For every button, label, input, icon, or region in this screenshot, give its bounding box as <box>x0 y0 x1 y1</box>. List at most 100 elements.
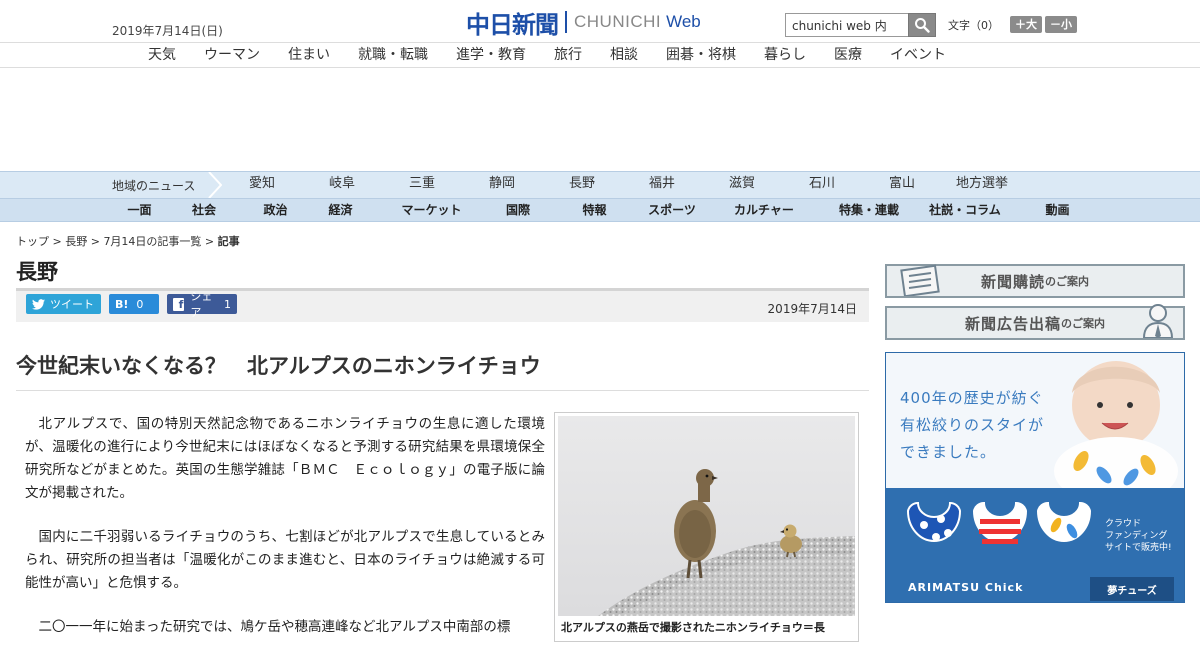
main-nav-item[interactable]: 天気 <box>134 45 190 65</box>
banner-line: 400年の歴史が紡ぐ <box>900 389 1044 407</box>
main-nav-item[interactable]: イベント <box>876 45 960 65</box>
section-nav-item[interactable]: 特報 <box>544 199 645 221</box>
article-figure: 北アルプスの燕岳で撮影されたニホンライチョウ＝長 <box>554 412 859 642</box>
main-nav-item[interactable]: ウーマン <box>190 45 274 65</box>
hatena-count: 0 <box>136 297 144 311</box>
chevron-right-icon <box>208 172 222 198</box>
font-size-down-button[interactable]: －小 <box>1045 16 1077 33</box>
photo-caption: 北アルプスの燕岳で撮影されたニホンライチョウ＝長 <box>561 621 825 634</box>
newspaper-icon <box>900 264 940 296</box>
section-nav-item[interactable]: 政治 <box>241 199 310 221</box>
site-search <box>785 13 936 37</box>
hatena-bookmark-button[interactable]: B! 0 <box>109 294 159 314</box>
section-nav-item[interactable]: 経済 <box>310 199 371 221</box>
banner-brand: ARIMATSU Chick <box>908 581 1024 594</box>
section-title: 長野 <box>16 260 58 284</box>
twitter-icon <box>32 298 45 310</box>
main-nav-item[interactable]: 旅行 <box>540 45 596 65</box>
search-input[interactable] <box>785 13 908 37</box>
banner-line: 有松絞りのスタイが <box>900 416 1045 434</box>
section-nav: 一面 社会 政治 経済 マーケット 国際 特報 スポーツ カルチャー 特集・連載… <box>0 198 1200 222</box>
advertise-sublabel: のご案内 <box>1061 317 1105 330</box>
logo-web: Web <box>666 12 701 31</box>
businessman-icon <box>1142 304 1174 338</box>
breadcrumb-link[interactable]: 長野 <box>65 235 87 248</box>
article-headline: 今世紀末いなくなる？ 北アルプスのニホンライチョウ <box>16 354 541 378</box>
search-button[interactable] <box>908 13 936 37</box>
region-nav-item[interactable]: 福井 <box>622 172 702 196</box>
font-size-up-button[interactable]: ＋大 <box>1010 16 1042 33</box>
facebook-count: 1 <box>224 297 231 311</box>
region-nav-item[interactable]: 三重 <box>382 172 462 196</box>
main-nav-item[interactable]: 囲碁・将棋 <box>652 45 750 65</box>
main-nav-item[interactable]: 就職・転職 <box>344 45 442 65</box>
facebook-share-button[interactable]: f シェア 1 <box>167 290 237 319</box>
section-nav-item[interactable]: 動画 <box>1021 199 1094 221</box>
main-nav-item[interactable]: 医療 <box>820 45 876 65</box>
breadcrumb-link[interactable]: トップ <box>16 235 49 248</box>
region-nav-item[interactable]: 岐阜 <box>302 172 382 196</box>
subscribe-label: 新聞購読 <box>980 272 1045 291</box>
site-header: 2019年7月14日(日) 中日新聞 CHUNICHI Web 文字（0） ＋大… <box>0 0 1200 42</box>
region-nav-item[interactable]: 富山 <box>862 172 942 196</box>
breadcrumb-link[interactable]: 7月14日の記事一覧 <box>103 235 201 248</box>
facebook-icon: f <box>173 297 185 311</box>
crowdfunding-line: ファンディング <box>1105 531 1168 541</box>
banner-line: できました。 <box>900 443 997 461</box>
ad-space <box>0 68 1200 172</box>
section-nav-item[interactable]: 特集・連載 <box>829 199 909 221</box>
main-nav: 天気 ウーマン 住まい 就職・転職 進学・教育 旅行 相談 囲碁・将棋 暮らし … <box>0 42 1200 68</box>
facebook-share-label: シェア <box>190 290 213 319</box>
tweet-button[interactable]: ツイート <box>26 294 101 314</box>
region-nav-item[interactable]: 滋賀 <box>702 172 782 196</box>
region-nav-item[interactable]: 長野 <box>542 172 622 196</box>
article-paragraph: 北アルプスで、国の特別天然記念物であるニホンライチョウの生息に適した環境が、温暖… <box>25 416 545 501</box>
search-icon <box>915 18 930 33</box>
headline-divider <box>16 390 869 391</box>
banner-brand-secondary: 夢チューズ <box>1090 577 1174 601</box>
font-size-label: 文字（0） <box>948 18 999 32</box>
section-nav-item[interactable]: 国際 <box>492 199 544 221</box>
subscribe-banner[interactable]: 新聞購読 のご案内 <box>885 264 1185 298</box>
article-paragraph: 二〇一一年に始まった研究では、鳩ケ岳や穂高連峰など北アルプス中南部の標 <box>38 619 511 635</box>
crowdfunding-text: クラウド ファンディング サイトで販売中! <box>1105 518 1172 554</box>
breadcrumb-current: 記事 <box>217 235 240 248</box>
arimatsu-ad-banner[interactable]: 400年の歴史が紡ぐ 有松絞りのスタイが できました。 クラウド ファンディング… <box>885 352 1185 603</box>
logo-separator <box>565 11 567 33</box>
main-nav-item[interactable]: 住まい <box>274 45 344 65</box>
region-nav-item[interactable]: 静岡 <box>462 172 542 196</box>
crowdfunding-line: クラウド <box>1105 519 1142 529</box>
advertise-label: 新聞広告出稿 <box>964 314 1061 333</box>
site-logo[interactable]: 中日新聞 CHUNICHI Web <box>466 8 701 39</box>
section-nav-item[interactable]: 一面 <box>112 199 167 221</box>
section-nav-item[interactable]: マーケット <box>371 199 492 221</box>
header-date: 2019年7月14日(日) <box>112 24 223 38</box>
logo-kanji: 中日新聞 <box>466 10 559 39</box>
section-nav-item[interactable]: カルチャー <box>699 199 829 221</box>
advertise-banner[interactable]: 新聞広告出稿 のご案内 <box>885 304 1185 340</box>
hatena-icon: B! <box>115 297 129 311</box>
region-nav-label: 地域のニュース <box>112 179 196 193</box>
region-nav: 地域のニュース 愛知 岐阜 三重 静岡 長野 福井 滋賀 石川 富山 地方選挙 <box>0 171 1200 198</box>
main-nav-item[interactable]: 暮らし <box>750 45 820 65</box>
tweet-label: ツイート <box>50 298 94 311</box>
region-nav-item[interactable]: 愛知 <box>222 172 302 196</box>
main-nav-item[interactable]: 相談 <box>596 45 652 65</box>
region-nav-item[interactable]: 地方選挙 <box>942 172 1022 196</box>
subscribe-sublabel: のご案内 <box>1045 275 1089 288</box>
ptarmigan-photo <box>558 416 855 616</box>
region-nav-item[interactable]: 石川 <box>782 172 862 196</box>
breadcrumb: トップ > 長野 > 7月14日の記事一覧 > 記事 <box>16 235 240 248</box>
article-paragraph: 国内に二千羽弱いるライチョウのうち、七割ほどが北アルプスで生息しているとみられ、… <box>25 529 545 591</box>
section-nav-item[interactable]: 社会 <box>167 199 241 221</box>
main-nav-item[interactable]: 進学・教育 <box>442 45 540 65</box>
article-body: 北アルプスで、国の特別天然記念物であるニホンライチョウの生息に適した環境が、温暖… <box>25 413 545 660</box>
crowdfunding-line: サイトで販売中! <box>1105 543 1172 553</box>
font-size-control: 文字（0） ＋大 －小 <box>948 16 1077 33</box>
section-nav-item[interactable]: スポーツ <box>645 199 699 221</box>
article-date: 2019年7月14日 <box>767 302 857 316</box>
section-nav-item[interactable]: 社説・コラム <box>909 199 1021 221</box>
article-photo[interactable] <box>558 416 855 616</box>
logo-latin: CHUNICHI <box>574 12 662 31</box>
share-bar: ツイート B! 0 f シェア 1 2019年7月14日 <box>16 288 869 322</box>
